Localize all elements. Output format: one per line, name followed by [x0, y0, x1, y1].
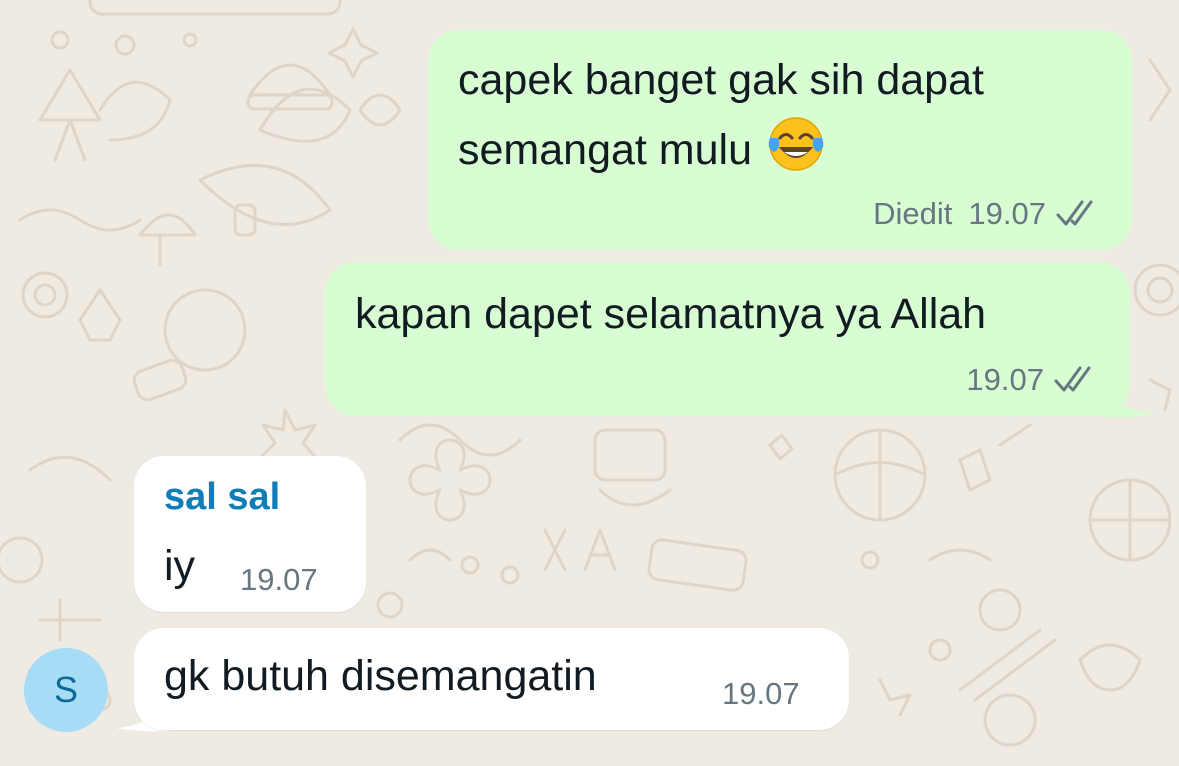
outgoing-message-bubble[interactable]: capek banget gak sih dapat semangat mulu… [428, 30, 1132, 250]
message-time: 19.07 [240, 562, 318, 597]
message-meta: 19.07 [966, 362, 1100, 398]
outgoing-message-bubble[interactable]: kapan dapet selamatnya ya Allah 19.07 [325, 262, 1130, 416]
sender-name[interactable]: sal sal [164, 476, 280, 519]
message-text: kapan dapet selamatnya ya Allah [355, 290, 987, 338]
message-time: 19.07 [968, 196, 1046, 231]
edited-label: Diedit [873, 196, 953, 231]
message-line: semangat mulu [458, 114, 984, 184]
message-time: 19.07 [722, 676, 800, 711]
message-meta: Diedit 19.07 [873, 196, 1102, 232]
message-text: capek banget gak sih dapat semangat mulu [458, 46, 984, 184]
double-check-icon [1054, 366, 1091, 392]
face-with-tears-of-joy-icon [768, 117, 824, 171]
message-text: iy [164, 542, 196, 590]
avatar[interactable]: S [24, 648, 108, 732]
double-check-icon [1056, 200, 1093, 226]
incoming-message-bubble[interactable]: gk butuh disemangatin 19.07 [134, 628, 849, 730]
message-line: capek banget gak sih dapat [458, 56, 984, 104]
message-text: gk butuh disemangatin [164, 652, 597, 700]
message-time: 19.07 [966, 362, 1044, 397]
incoming-message-bubble[interactable]: sal sal iy 19.07 [134, 456, 366, 612]
